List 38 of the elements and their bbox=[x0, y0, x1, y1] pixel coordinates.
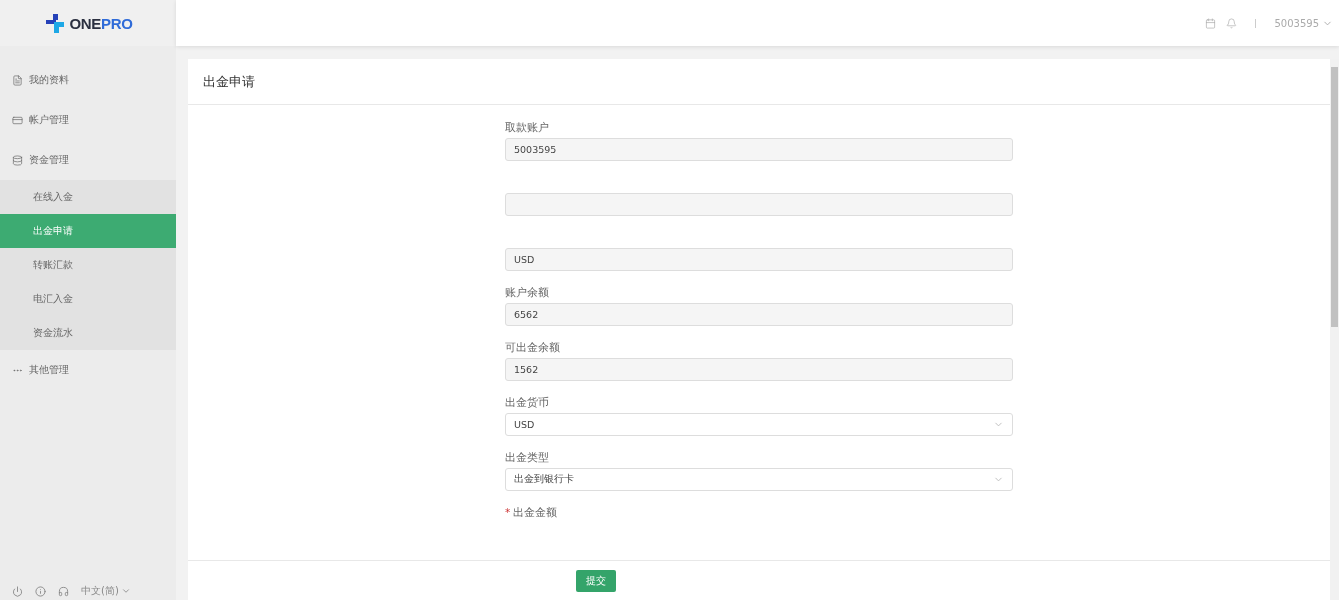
info-icon[interactable] bbox=[35, 585, 46, 597]
required-mark: * bbox=[505, 505, 511, 519]
document-icon bbox=[12, 74, 23, 86]
bell-icon[interactable] bbox=[1226, 17, 1238, 29]
chevron-down-icon bbox=[120, 586, 131, 596]
menu-item[interactable]: 其他管理 bbox=[0, 350, 176, 390]
select-field[interactable]: USD bbox=[505, 413, 1013, 436]
input-field[interactable]: 6562 bbox=[505, 303, 1013, 326]
submit-button[interactable]: 提交 bbox=[576, 569, 616, 592]
language-selector[interactable]: 中文(简) bbox=[81, 584, 131, 598]
select-field[interactable]: 出金到银行卡 bbox=[505, 468, 1013, 491]
calendar-icon[interactable] bbox=[1205, 17, 1217, 29]
submenu-item[interactable]: 电汇入金 bbox=[0, 282, 176, 316]
field-label: 出金类型 bbox=[505, 450, 549, 464]
card-icon bbox=[12, 114, 23, 126]
submenu-item[interactable]: 转账汇款 bbox=[0, 248, 176, 282]
menu-item[interactable]: 资金管理 bbox=[0, 140, 176, 180]
scrollbar-thumb[interactable] bbox=[1331, 67, 1338, 327]
submenu-item[interactable]: 出金申请 bbox=[0, 214, 176, 248]
menu-item[interactable]: 帐户管理 bbox=[0, 100, 176, 140]
power-icon[interactable] bbox=[12, 585, 23, 597]
field-label: 账户余额 bbox=[505, 285, 549, 299]
input-field[interactable]: USD bbox=[505, 248, 1013, 271]
database-icon bbox=[12, 154, 23, 166]
headset-icon[interactable] bbox=[58, 585, 69, 597]
input-field[interactable]: 1562 bbox=[505, 358, 1013, 381]
submenu-item[interactable]: 在线入金 bbox=[0, 180, 176, 214]
submenu-item[interactable]: 资金流水 bbox=[0, 316, 176, 350]
field-label: 出金货币 bbox=[505, 395, 549, 409]
logo-icon bbox=[43, 12, 66, 34]
logo-text: ONEPRO bbox=[69, 14, 133, 32]
input-field[interactable]: 5003595 bbox=[505, 138, 1013, 161]
input-field[interactable] bbox=[505, 193, 1013, 216]
menu-item[interactable]: 我的资料 bbox=[0, 60, 176, 100]
field-label: 出金金额 bbox=[513, 505, 558, 519]
panel-title: 出金申请 bbox=[188, 59, 1330, 105]
field-label: 可出金余额 bbox=[505, 340, 560, 354]
field-label: 取款账户 bbox=[505, 120, 549, 134]
